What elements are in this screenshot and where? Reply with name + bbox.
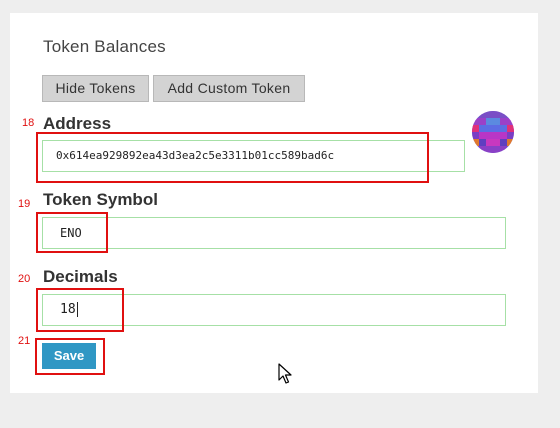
marker-number: 19 — [18, 198, 31, 210]
hide-tokens-button[interactable]: Hide Tokens — [42, 75, 149, 102]
highlight-box-decimals — [36, 288, 124, 332]
marker-number: 18 — [22, 117, 35, 129]
token-symbol-label: Token Symbol — [43, 190, 158, 209]
token-symbol-input[interactable]: ENO — [42, 217, 506, 249]
marker-number: 20 — [18, 273, 31, 285]
highlight-box-symbol — [36, 212, 108, 253]
highlight-box-save — [35, 338, 105, 375]
mouse-cursor-icon — [278, 363, 292, 390]
panel-title: Token Balances — [43, 37, 166, 56]
highlight-box-address — [36, 132, 429, 183]
identicon-icon — [472, 111, 514, 153]
decimals-label: Decimals — [43, 267, 118, 286]
address-label: Address — [43, 114, 112, 133]
add-custom-token-button[interactable]: Add Custom Token — [153, 75, 305, 102]
marker-number: 21 — [18, 335, 31, 347]
